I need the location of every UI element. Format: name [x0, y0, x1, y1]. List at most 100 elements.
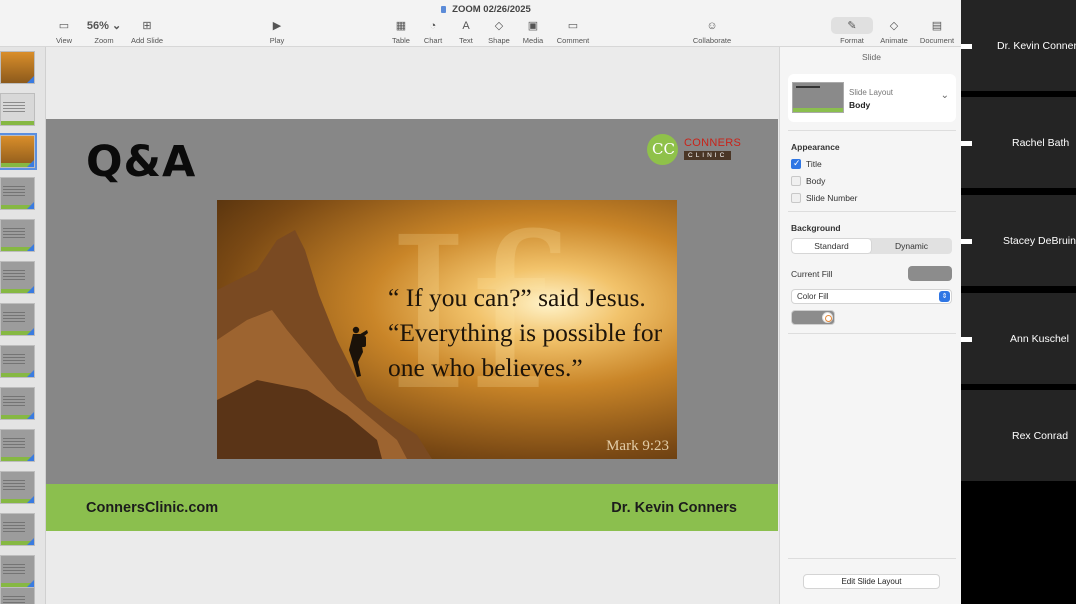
- participant-name: Rex Conrad: [1012, 430, 1069, 442]
- thumbnail-text: [3, 596, 25, 604]
- collaborate-icon: ☺: [706, 20, 718, 32]
- participant-name: Ann Kuschel: [1010, 333, 1069, 345]
- edit-slide-layout-button[interactable]: Edit Slide Layout: [803, 574, 940, 589]
- up-down-chevron-icon: ⇕: [939, 291, 950, 302]
- toolbar: ZOOM 02/26/2025 ▭ View 56% ⌄ Zoom ⊞ Add …: [0, 0, 972, 47]
- thumbnail-text: [3, 312, 25, 322]
- document-icon: [441, 6, 447, 13]
- title-checkbox[interactable]: [791, 158, 801, 169]
- conners-clinic-logo: CC CONNERS CLINIC: [647, 134, 742, 168]
- thumbnail-marker: [27, 412, 34, 419]
- thumbnail-marker: [27, 580, 34, 587]
- title-checkbox-label[interactable]: Title: [806, 159, 822, 169]
- tile-indicator: [961, 337, 972, 342]
- document-inspector-icon: ▤: [931, 20, 943, 32]
- participant-tile[interactable]: Dr. Kevin Conners: [961, 0, 1076, 91]
- quote-text: “ If you can?” said Jesus. “Everything i…: [388, 283, 663, 382]
- tile-indicator: [961, 239, 972, 244]
- thumbnail-marker: [27, 328, 34, 335]
- thumbnail-text: [3, 564, 25, 574]
- slide-thumbnail[interactable]: [0, 219, 35, 252]
- body-checkbox[interactable]: [791, 176, 801, 186]
- slide-thumbnail[interactable]: [0, 587, 35, 604]
- add-slide-icon: ⊞: [142, 20, 152, 32]
- slide-layout-picker[interactable]: Slide Layout Body ⌄: [788, 74, 956, 122]
- slide-thumbnail[interactable]: [0, 51, 35, 84]
- slide-thumbnail[interactable]: [0, 513, 35, 546]
- logo-word-clinic: CLINIC: [684, 151, 732, 160]
- slide-thumbnail[interactable]: [0, 345, 35, 378]
- slide-thumbnail[interactable]: [0, 555, 35, 588]
- document-button[interactable]: ▤ Document: [910, 19, 964, 45]
- play-icon: ▶: [272, 20, 282, 32]
- zoom-value-text: 56%: [86, 20, 109, 32]
- footer-website[interactable]: ConnersClinic.com: [86, 500, 218, 516]
- fill-type-value: Color Fill: [797, 292, 829, 301]
- thumbnail-text: [3, 228, 25, 238]
- tile-indicator: [961, 141, 972, 146]
- slide-thumbnail[interactable]: [0, 261, 35, 294]
- comment-label: Comment: [556, 36, 590, 45]
- thumbnail-marker: [27, 538, 34, 545]
- slide-navigator: [0, 47, 46, 604]
- slide-thumbnail-selected[interactable]: [0, 133, 37, 170]
- quote-image[interactable]: If “ If you can?” said Jesus. “Everythin…: [217, 200, 677, 459]
- layout-thumbnail: [792, 82, 844, 113]
- appearance-heading: Appearance: [791, 142, 840, 152]
- thumbnail-footer: [1, 121, 34, 125]
- comment-icon: ▭: [567, 20, 579, 32]
- thumbnail-text: [3, 186, 25, 196]
- thumbnail-text: [3, 522, 25, 532]
- quote-reference: Mark 9:23: [606, 438, 669, 454]
- thumbnail-marker: [27, 286, 34, 293]
- participant-name: Stacey DeBruin: [1003, 235, 1076, 247]
- divider: [788, 333, 956, 334]
- current-fill-swatch[interactable]: [908, 266, 952, 281]
- slide-thumbnail[interactable]: [0, 471, 35, 504]
- current-fill-label: Current Fill: [791, 269, 833, 279]
- participant-tile[interactable]: Stacey DeBruin: [961, 195, 1076, 286]
- slide-thumbnail[interactable]: [0, 177, 35, 210]
- color-wheel-icon[interactable]: [822, 312, 833, 323]
- layout-value: Body: [849, 100, 871, 110]
- slide-thumbnail[interactable]: [0, 93, 35, 126]
- thumbnail-text: [3, 396, 25, 406]
- slide-thumbnail[interactable]: [0, 303, 35, 336]
- collaborate-button[interactable]: ☺ Collaborate: [685, 19, 739, 45]
- background-dynamic-segment[interactable]: Dynamic: [872, 239, 951, 253]
- layout-thumb-footer: [793, 108, 843, 112]
- collaborate-label: Collaborate: [692, 36, 732, 45]
- slide-thumbnail[interactable]: [0, 429, 35, 462]
- logo-monogram: CC: [652, 140, 675, 158]
- footer-presenter[interactable]: Dr. Kevin Conners: [611, 500, 737, 516]
- body-checkbox-label[interactable]: Body: [806, 176, 825, 186]
- slide-number-checkbox-label[interactable]: Slide Number: [806, 193, 858, 203]
- comment-button[interactable]: ▭ Comment: [546, 19, 600, 45]
- thumbnail-text: [3, 354, 25, 364]
- thumbnail-marker: [27, 76, 34, 83]
- fill-color-well[interactable]: [791, 310, 835, 325]
- slide-title[interactable]: Q&A: [86, 137, 196, 187]
- inspector-tab-slide[interactable]: Slide: [780, 52, 963, 62]
- add-slide-button[interactable]: ⊞ Add Slide: [120, 19, 174, 45]
- background-heading: Background: [791, 223, 841, 233]
- thumbnail-text: [3, 270, 25, 280]
- divider: [788, 211, 956, 212]
- thumbnail-marker: [27, 160, 34, 167]
- participant-name: Rachel Bath: [1012, 137, 1070, 149]
- keynote-window: ZOOM 02/26/2025 ▭ View 56% ⌄ Zoom ⊞ Add …: [0, 0, 972, 604]
- slide[interactable]: Q&A CC CONNERS CLINIC If “ If you can?” …: [46, 119, 778, 531]
- background-standard-segment[interactable]: Standard: [792, 239, 871, 253]
- participant-tile[interactable]: Ann Kuschel: [961, 293, 1076, 384]
- thumbnail-marker: [27, 454, 34, 461]
- thumbnail-text: [3, 480, 25, 490]
- participant-tile[interactable]: Rex Conrad: [961, 390, 1076, 481]
- fill-type-select[interactable]: Color Fill ⇕: [791, 289, 952, 304]
- thumbnail-marker: [27, 370, 34, 377]
- slide-footer-bar: ConnersClinic.com Dr. Kevin Conners: [46, 484, 778, 531]
- thumbnail-marker: [27, 244, 34, 251]
- participant-tile[interactable]: Rachel Bath: [961, 97, 1076, 188]
- play-button[interactable]: ▶ Play: [250, 19, 304, 45]
- slide-thumbnail[interactable]: [0, 387, 35, 420]
- slide-number-checkbox[interactable]: [791, 193, 801, 203]
